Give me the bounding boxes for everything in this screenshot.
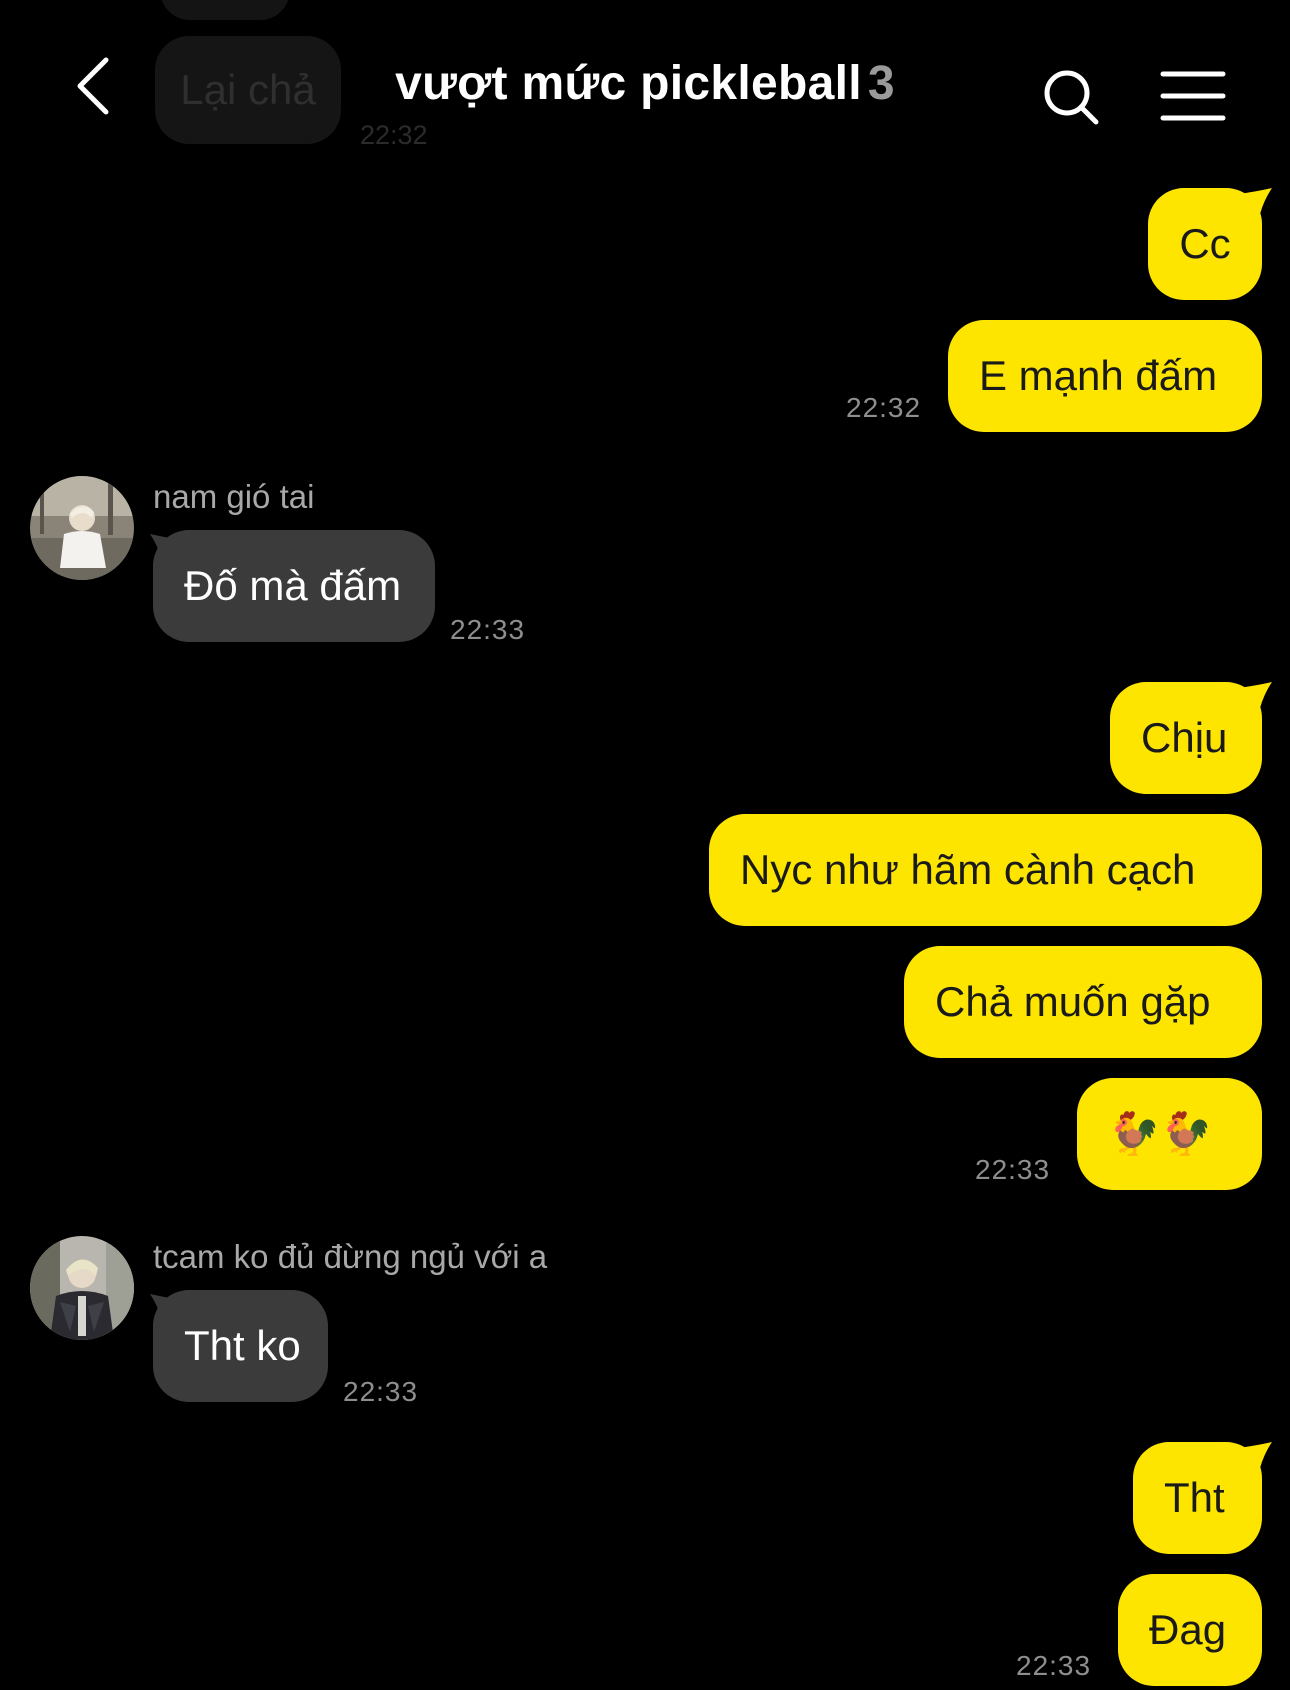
member-count: 3	[867, 57, 895, 110]
bubble-tail	[1238, 682, 1272, 708]
message-time: 22:33	[1016, 1650, 1092, 1681]
search-icon	[1044, 70, 1099, 125]
menu-button[interactable]	[1160, 68, 1226, 126]
search-button[interactable]	[1040, 66, 1104, 130]
user-photo	[30, 476, 134, 580]
message-text: Chịu	[1141, 714, 1228, 761]
user-photo	[30, 1236, 134, 1340]
avatar[interactable]	[30, 476, 134, 580]
message-text: Chả muốn gặp	[935, 978, 1211, 1025]
chat-header: vượt mức pickleball 3	[0, 0, 1290, 160]
sender-name: nam gió tai	[153, 478, 315, 515]
my-message-bubble[interactable]: Chả muốn gặp	[904, 946, 1262, 1058]
bubble-tail	[1238, 1442, 1272, 1468]
avatar[interactable]	[30, 1236, 134, 1340]
message-time: 22:32	[846, 392, 922, 423]
message-text: Cc	[1179, 220, 1231, 267]
message-time: 22:33	[450, 614, 526, 645]
message-text: Đag	[1149, 1606, 1227, 1653]
hamburger-menu-icon	[1160, 71, 1226, 121]
message-time: 22:33	[343, 1376, 419, 1407]
message-text: Tht	[1164, 1474, 1225, 1521]
bubble-tail	[1238, 188, 1272, 214]
chat-name: vượt mức pickleball	[395, 57, 862, 110]
my-message-bubble[interactable]: 🐓🐓	[1077, 1078, 1262, 1190]
my-message-bubble[interactable]: E mạnh đấm	[948, 320, 1262, 432]
their-message-bubble[interactable]: Tht ko	[153, 1290, 328, 1402]
message-text: Nyc như hãm cành cạch	[740, 846, 1196, 893]
emoji-message: 🐓🐓	[1108, 1109, 1213, 1158]
their-message-bubble[interactable]: Đố mà đấm	[153, 530, 435, 642]
my-message-bubble[interactable]: Nyc như hãm cành cạch	[709, 814, 1262, 926]
my-message-bubble[interactable]: Đag	[1118, 1574, 1262, 1686]
message-time: 22:33	[975, 1154, 1051, 1185]
message-text: E mạnh đấm	[979, 352, 1218, 399]
sender-name: tcam ko đủ đừng ngủ với a	[153, 1238, 548, 1275]
message-text: Tht ko	[184, 1322, 301, 1369]
message-text: Đố mà đấm	[184, 562, 402, 609]
